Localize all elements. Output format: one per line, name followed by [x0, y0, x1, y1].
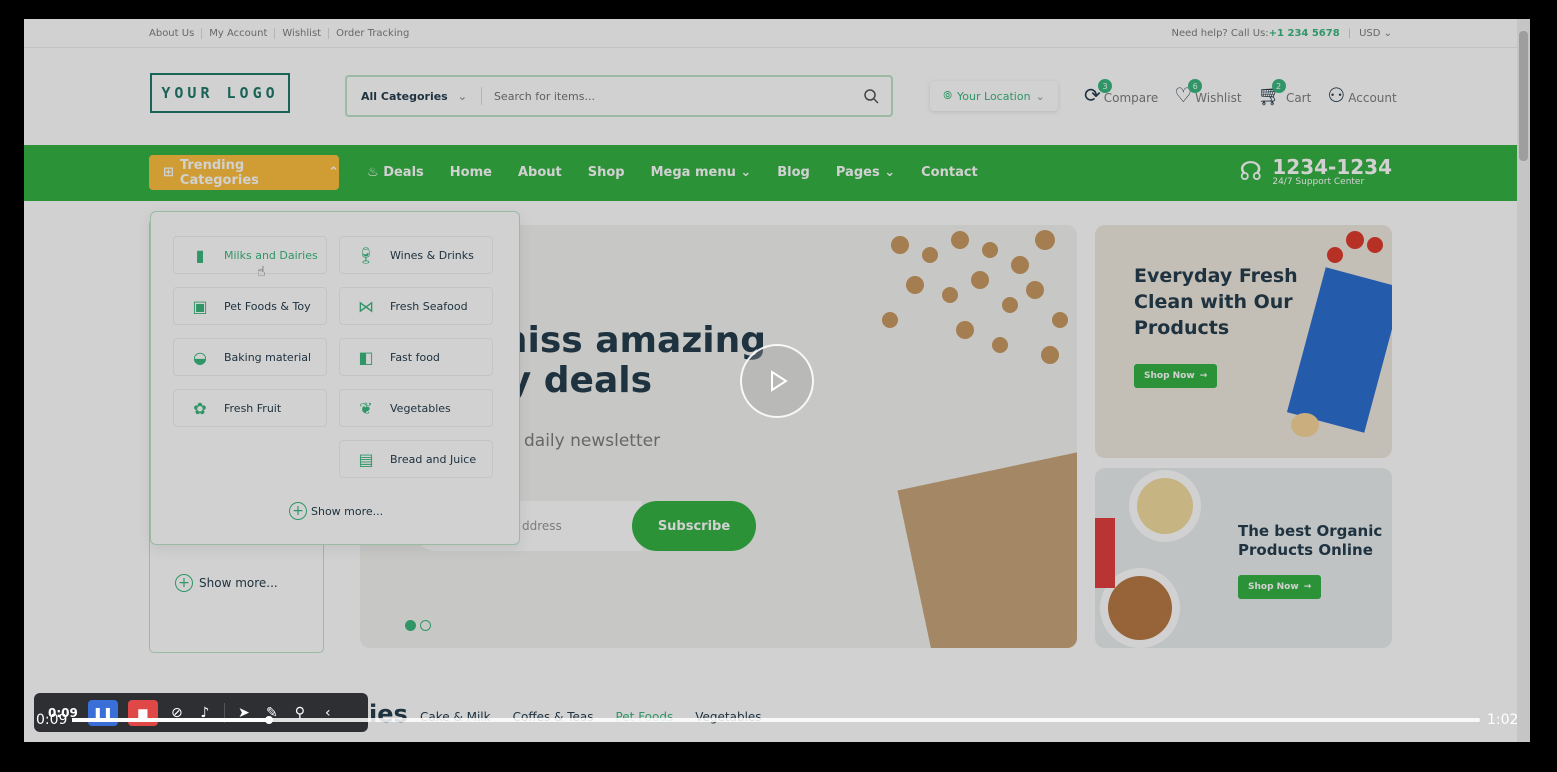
play-icon	[771, 370, 788, 392]
play-button[interactable]	[740, 344, 814, 418]
video-duration: 1:02	[1487, 712, 1519, 728]
recorder-toolbar: 0:09 ❚❚ ■ ⊘ ♪ ➤ ✎ ⚲ ‹	[34, 693, 368, 732]
video-progress-bar[interactable]	[72, 716, 1480, 724]
browser-viewport: About Us My Account Wishlist Order Track…	[24, 19, 1530, 742]
video-current-time: 0:09	[36, 712, 68, 728]
video-progress-fill	[72, 718, 270, 722]
